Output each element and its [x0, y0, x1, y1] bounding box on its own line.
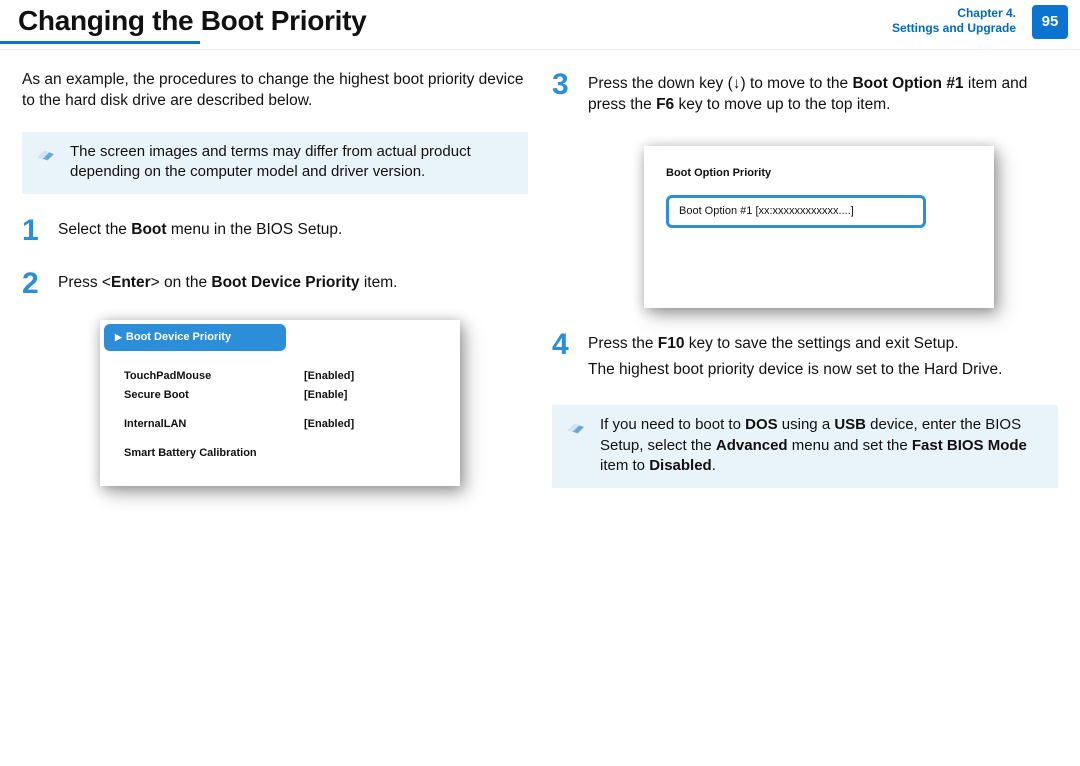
- bios-row: Secure Boot [Enable]: [124, 388, 436, 403]
- bios-boot-menu-screenshot: ▶Boot Device Priority TouchPadMouse [Ena…: [100, 320, 460, 486]
- step-3-text: Press the down key (↓) to move to the Bo…: [588, 74, 1058, 116]
- bios2-title: Boot Option Priority: [666, 166, 972, 181]
- page-header: Changing the Boot Priority Chapter 4. Se…: [0, 0, 1080, 50]
- step-4-number: 4: [552, 330, 578, 388]
- page-title: Changing the Boot Priority: [18, 2, 366, 40]
- note-text: The screen images and terms may differ f…: [70, 143, 471, 180]
- step-3: 3 Press the down key (↓) to move to the …: [552, 70, 1058, 122]
- step-1: 1 Select the Boot menu in the BIOS Setup…: [22, 216, 528, 247]
- step-4-text-2: The highest boot priority device is now …: [588, 360, 1058, 381]
- left-column: As an example, the procedures to change …: [22, 70, 528, 488]
- header-accent: [0, 41, 200, 44]
- play-icon: ▶: [115, 331, 122, 343]
- bios-row: Smart Battery Calibration: [124, 446, 436, 461]
- bios-highlighted-row: ▶Boot Device Priority: [104, 324, 286, 351]
- note-box-model-disclaimer: The screen images and terms may differ f…: [22, 132, 528, 195]
- note-text: If you need to boot to DOS using a USB d…: [600, 416, 1027, 474]
- chapter-label: Chapter 4. Settings and Upgrade: [892, 6, 1016, 36]
- note-icon: [36, 146, 56, 162]
- step-2: 2 Press <Enter> on the Boot Device Prior…: [22, 269, 528, 300]
- right-column: 3 Press the down key (↓) to move to the …: [552, 70, 1058, 488]
- step-2-number: 2: [22, 269, 48, 300]
- bios2-selected-option: Boot Option #1 [xx:xxxxxxxxxxxx....]: [666, 195, 926, 228]
- chapter-line1: Chapter 4.: [957, 6, 1016, 20]
- page-number: 95: [1042, 12, 1059, 32]
- bios-settings-list: TouchPadMouse [Enabled] Secure Boot [Ena…: [104, 351, 456, 482]
- note-box-dos-usb: If you need to boot to DOS using a USB d…: [552, 405, 1058, 488]
- page-number-badge: 95: [1032, 5, 1068, 39]
- bios-row: TouchPadMouse [Enabled]: [124, 369, 436, 384]
- step-4-text: Press the F10 key to save the settings a…: [588, 334, 1058, 355]
- bios-boot-priority-screenshot: Boot Option Priority Boot Option #1 [xx:…: [644, 146, 994, 308]
- step-1-number: 1: [22, 216, 48, 247]
- step-4: 4 Press the F10 key to save the settings…: [552, 330, 1058, 388]
- intro-text: As an example, the procedures to change …: [22, 70, 528, 112]
- step-3-number: 3: [552, 70, 578, 122]
- chapter-line2: Settings and Upgrade: [892, 21, 1016, 35]
- bios-row: InternalLAN [Enabled]: [124, 417, 436, 432]
- step-1-text: Select the Boot menu in the BIOS Setup.: [58, 220, 528, 241]
- step-2-text: Press <Enter> on the Boot Device Priorit…: [58, 273, 528, 294]
- note-icon: [566, 419, 586, 435]
